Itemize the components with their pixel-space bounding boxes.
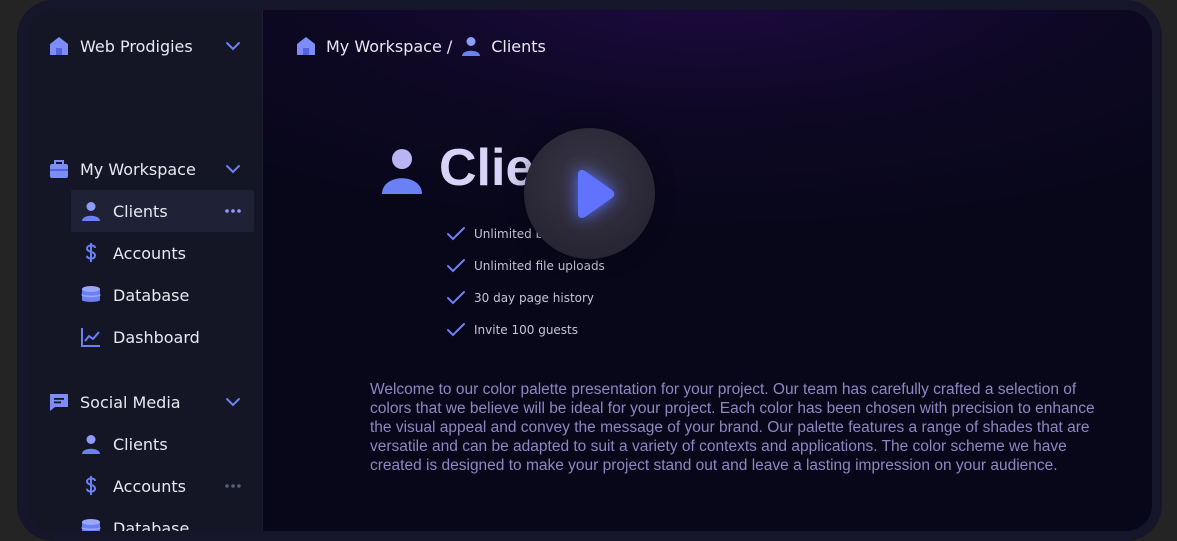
chevron-down-icon[interactable] — [224, 37, 242, 55]
check-icon — [446, 289, 466, 307]
briefcase-icon — [48, 158, 70, 180]
chart-icon — [80, 326, 102, 348]
org-switcher[interactable]: Web Prodigies — [28, 25, 262, 67]
database-icon — [80, 284, 102, 306]
group-social-media[interactable]: Social Media — [28, 381, 262, 423]
sidebar-item-label: Database — [113, 285, 190, 305]
sidebar-item-label: Accounts — [113, 243, 186, 263]
feature-item: 30 day page history — [446, 282, 605, 314]
feature-label: Unlimited b — [474, 227, 544, 241]
sidebar: Web Prodigies My Workspace Clients Accou… — [28, 10, 263, 531]
message-icon — [48, 391, 70, 413]
group-label: Social Media — [80, 392, 181, 412]
sidebar-item-clients[interactable]: Clients — [28, 423, 262, 465]
user-icon — [80, 200, 102, 222]
chevron-down-icon[interactable] — [224, 160, 242, 178]
breadcrumb-workspace[interactable]: My Workspace — [326, 37, 442, 56]
org-name: Web Prodigies — [80, 36, 193, 56]
chevron-down-icon[interactable] — [224, 393, 242, 411]
page-title: Clie — [439, 139, 535, 197]
feature-item: Invite 100 guests — [446, 314, 605, 346]
sidebar-item-label: Clients — [113, 201, 168, 221]
user-icon — [460, 35, 482, 57]
home-icon — [48, 35, 70, 57]
breadcrumb: My Workspace / Clients — [295, 34, 546, 58]
home-icon — [295, 35, 317, 57]
sidebar-item-label: Clients — [113, 434, 168, 454]
play-button[interactable] — [524, 128, 655, 259]
database-icon — [80, 517, 102, 531]
main-content: My Workspace / Clients Clie Unlimited b … — [263, 10, 1152, 531]
more-icon[interactable] — [224, 202, 242, 220]
group-label: My Workspace — [80, 159, 196, 179]
group-my-workspace[interactable]: My Workspace — [28, 148, 262, 190]
breadcrumb-page[interactable]: Clients — [491, 37, 546, 56]
feature-label: 30 day page history — [474, 291, 595, 305]
sidebar-item-database[interactable]: Database — [28, 507, 262, 531]
check-icon — [446, 321, 466, 339]
sidebar-item-label: Accounts — [113, 476, 186, 496]
user-icon — [80, 433, 102, 455]
sidebar-item-label: Database — [113, 518, 190, 532]
user-icon — [380, 148, 424, 196]
description: Welcome to our color palette presentatio… — [370, 380, 1095, 474]
dollar-icon — [80, 475, 102, 497]
app-window: Web Prodigies My Workspace Clients Accou… — [28, 10, 1152, 531]
sidebar-item-database[interactable]: Database — [28, 274, 262, 316]
dollar-icon — [80, 242, 102, 264]
sidebar-item-label: Dashboard — [113, 327, 200, 347]
more-icon[interactable] — [224, 477, 242, 495]
sidebar-item-accounts[interactable]: Accounts — [28, 465, 262, 507]
play-icon — [578, 170, 615, 218]
sidebar-item-accounts[interactable]: Accounts — [28, 232, 262, 274]
check-icon — [446, 257, 466, 275]
feature-label: Invite 100 guests — [474, 323, 579, 337]
sidebar-item-clients[interactable]: Clients — [28, 190, 262, 232]
sidebar-item-dashboard[interactable]: Dashboard — [28, 316, 262, 358]
breadcrumb-separator: / — [446, 36, 453, 56]
feature-label: Unlimited file uploads — [474, 259, 605, 273]
check-icon — [446, 225, 466, 243]
